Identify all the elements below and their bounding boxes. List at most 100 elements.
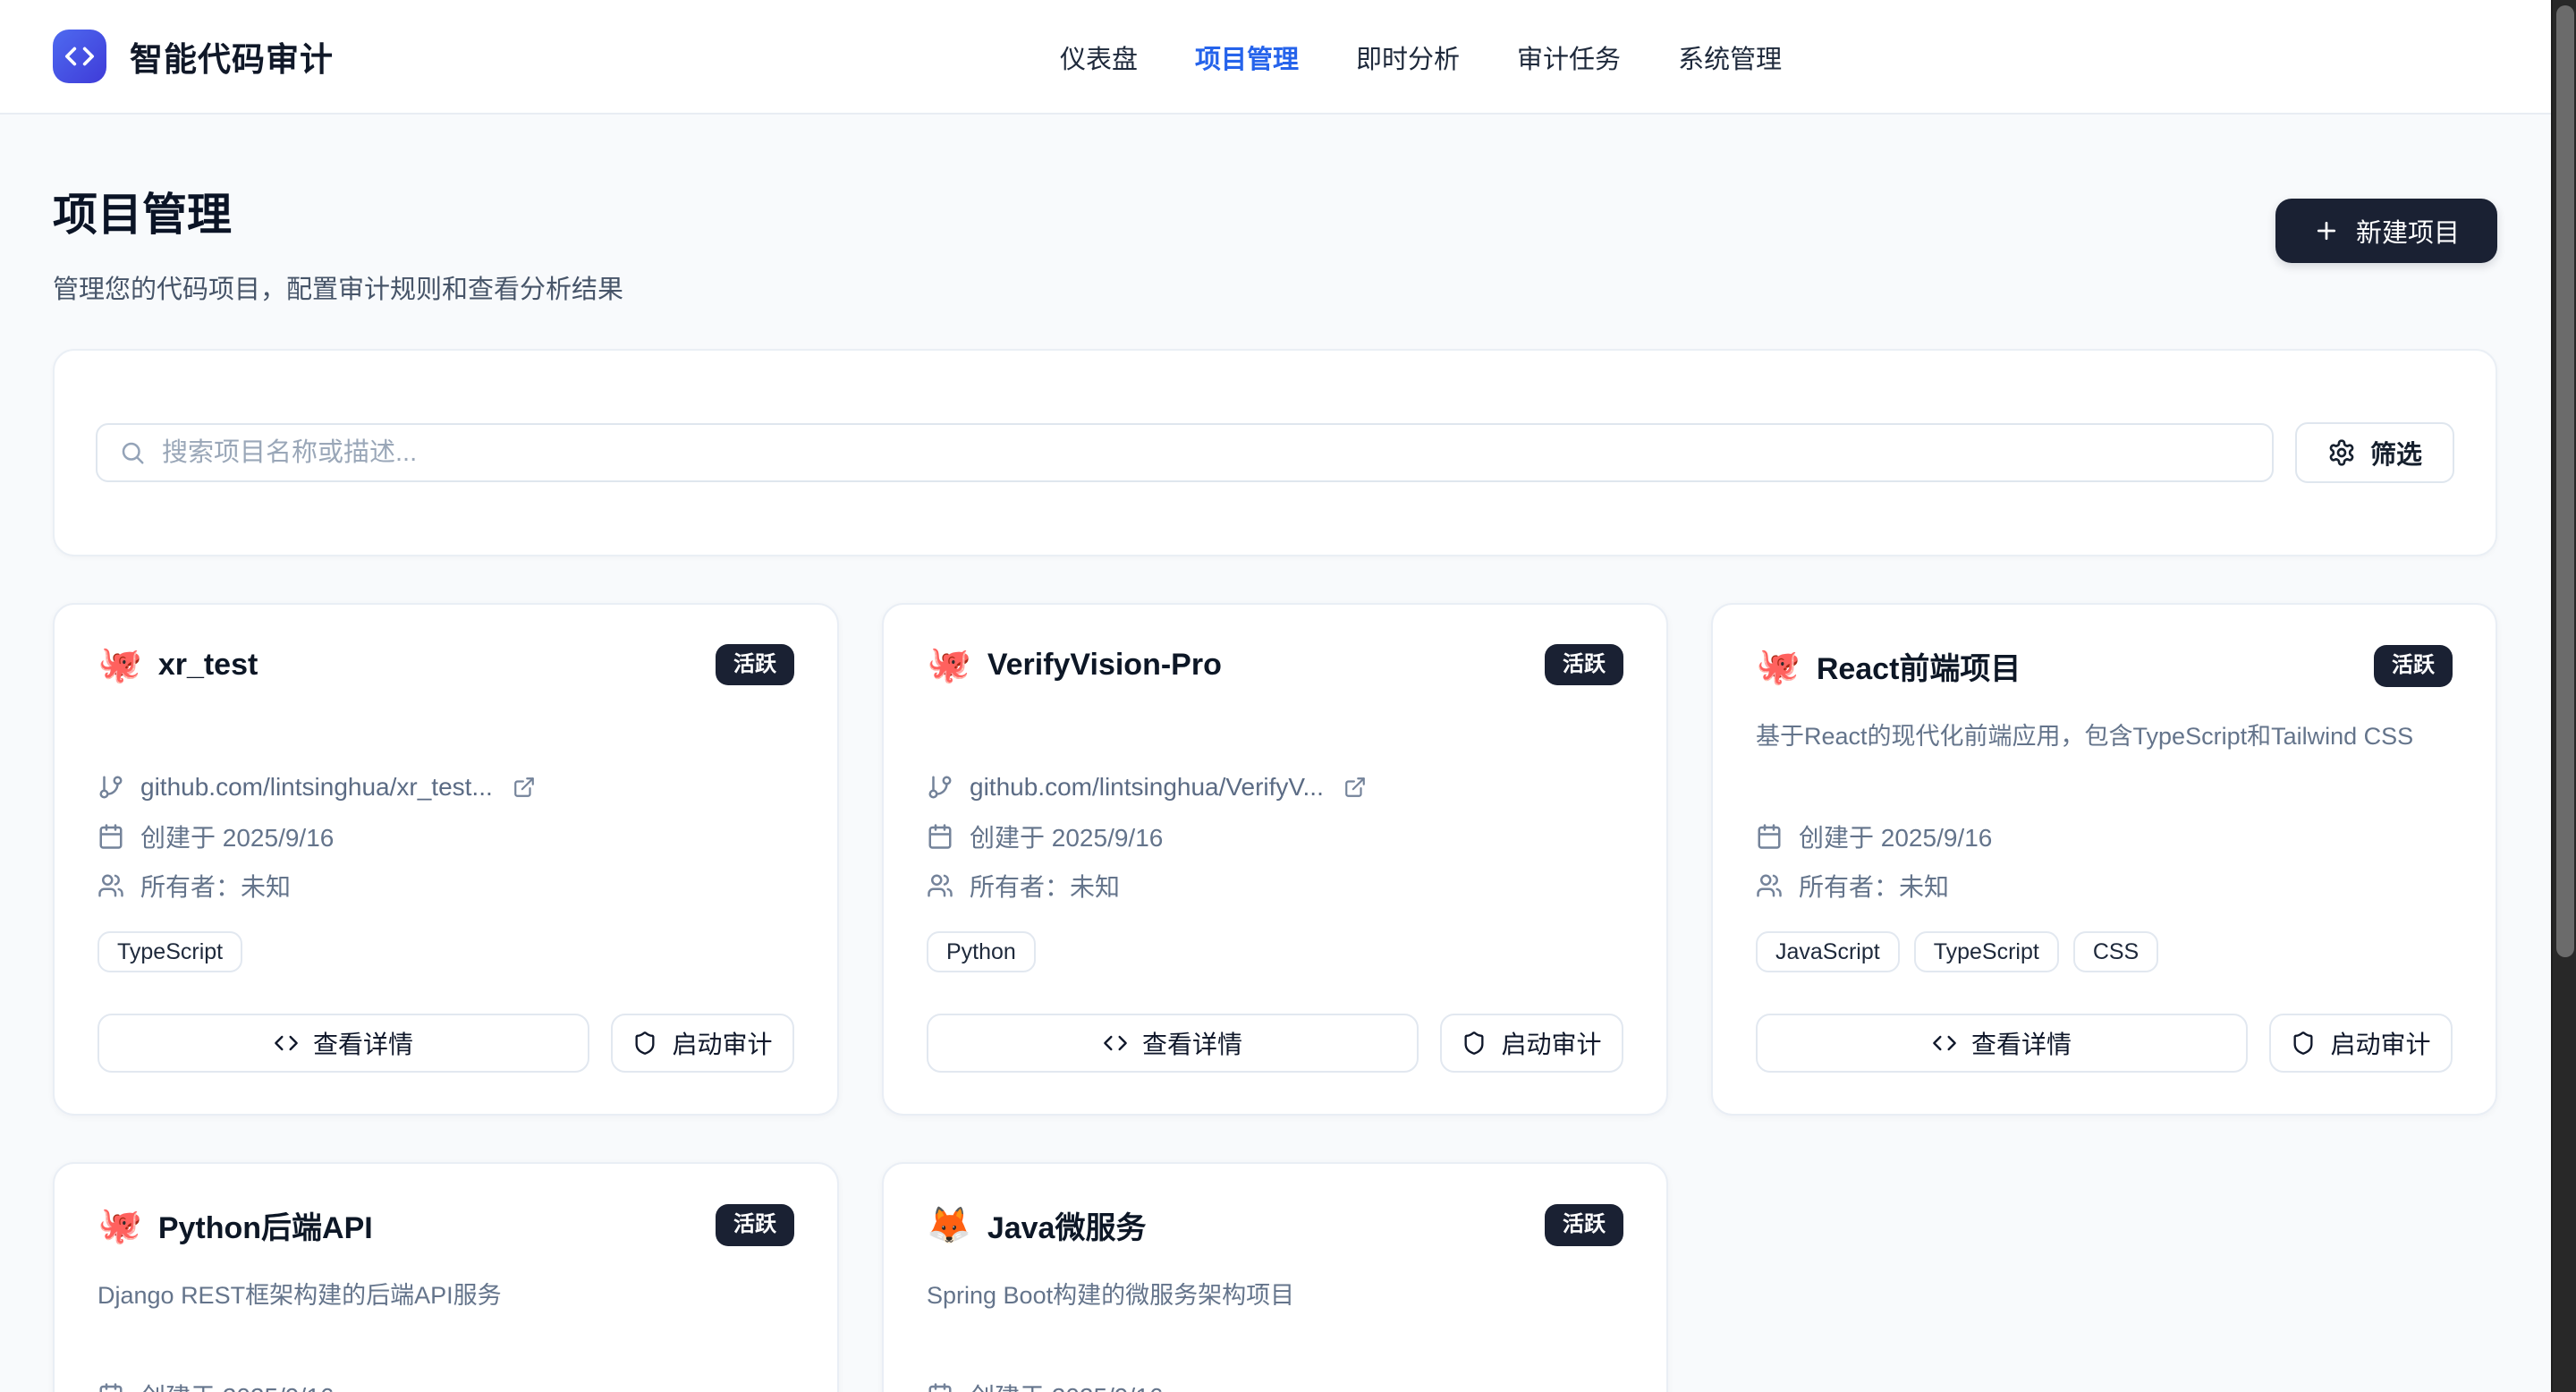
project-meta: 创建于 2025/9/16 所有者：未知 (97, 1371, 794, 1392)
created-row: 创建于 2025/9/16 (927, 811, 1623, 861)
audit-button-label: 启动审计 (2330, 1025, 2430, 1061)
project-card: 🐙 xr_test 活跃 github.com/lintsinghua/xr_t… (53, 603, 839, 1116)
language-tag: CSS (2073, 931, 2158, 972)
audit-button-label: 启动审计 (672, 1025, 772, 1061)
view-details-button[interactable]: 查看详情 (97, 1014, 589, 1073)
nav-item-dashboard[interactable]: 仪表盘 (1060, 38, 1138, 76)
created-row: 创建于 2025/9/16 (97, 811, 794, 861)
gear-icon (2327, 438, 2356, 467)
plus-icon (2313, 217, 2340, 244)
created-text: 创建于 2025/9/16 (970, 1378, 1163, 1392)
view-details-button[interactable]: 查看详情 (1756, 1014, 2248, 1073)
project-card-header: 🐙 Python后端API 活跃 (97, 1203, 794, 1247)
start-audit-button[interactable]: 启动审计 (611, 1014, 794, 1073)
code-icon (1932, 1031, 1957, 1056)
project-card: 🐙 Python后端API 活跃 Django REST框架构建的后端API服务… (53, 1162, 839, 1392)
shield-icon (1462, 1031, 1487, 1056)
project-card-header: 🐙 React前端项目 活跃 (1756, 644, 2453, 688)
project-name: Java微服务 (987, 1203, 1147, 1247)
project-title-wrap: 🐙 xr_test (97, 647, 258, 683)
external-link-icon (513, 776, 536, 799)
created-text: 创建于 2025/9/16 (140, 819, 334, 854)
project-card: 🐙 VerifyVision-Pro 活跃 github.com/lintsin… (882, 603, 1668, 1116)
calendar-icon (97, 823, 124, 850)
owner-row: 所有者：未知 (97, 861, 794, 910)
app-title: 智能代码审计 (130, 32, 334, 81)
project-grid: 🐙 xr_test 活跃 github.com/lintsinghua/xr_t… (53, 603, 2497, 1392)
card-actions: 查看详情 启动审计 (927, 1014, 1623, 1073)
tag-list: TypeScript (97, 931, 794, 972)
filter-button[interactable]: 筛选 (2295, 422, 2454, 483)
page-subtitle: 管理您的代码项目，配置审计规则和查看分析结果 (53, 268, 623, 306)
language-tag: JavaScript (1756, 931, 1900, 972)
card-actions: 查看详情 启动审计 (1756, 1014, 2453, 1073)
code-icon (64, 41, 95, 72)
calendar-icon (927, 1382, 953, 1392)
page-title: 项目管理 (53, 179, 623, 243)
status-badge: 活跃 (2374, 645, 2453, 686)
project-description (97, 716, 794, 762)
calendar-icon (927, 823, 953, 850)
created-row: 创建于 2025/9/16 (1756, 811, 2453, 861)
tag-list: Python (927, 931, 1623, 972)
filter-button-label: 筛选 (2370, 434, 2422, 471)
git-branch-icon (97, 774, 124, 801)
created-text: 创建于 2025/9/16 (970, 819, 1163, 854)
tag-list: JavaScript TypeScript CSS (1756, 931, 2453, 972)
project-card-header: 🦊 Java微服务 活跃 (927, 1203, 1623, 1247)
project-name: Python后端API (158, 1203, 373, 1247)
repo-row[interactable]: github.com/lintsinghua/xr_test... (97, 762, 794, 811)
status-badge: 活跃 (716, 1204, 794, 1245)
main-nav: 仪表盘 项目管理 即时分析 审计任务 系统管理 (1060, 0, 1782, 115)
project-meta: 创建于 2025/9/16 所有者：未知 (927, 1371, 1623, 1392)
project-name: xr_test (158, 648, 258, 683)
details-button-label: 查看详情 (1142, 1025, 1242, 1061)
language-tag: Python (927, 931, 1036, 972)
project-title-wrap: 🐙 VerifyVision-Pro (927, 647, 1222, 683)
status-badge: 活跃 (1545, 1204, 1623, 1245)
project-title-wrap: 🐙 Python后端API (97, 1203, 373, 1247)
start-audit-button[interactable]: 启动审计 (1440, 1014, 1623, 1073)
details-button-label: 查看详情 (1971, 1025, 2072, 1061)
code-icon (274, 1031, 299, 1056)
project-card-header: 🐙 xr_test 活跃 (97, 644, 794, 685)
calendar-icon (97, 1382, 124, 1392)
project-name: VerifyVision-Pro (987, 648, 1222, 683)
brand: 智能代码审计 (53, 30, 334, 83)
audit-button-label: 启动审计 (1501, 1025, 1601, 1061)
shield-icon (632, 1031, 657, 1056)
project-description: 基于React的现代化前端应用，包含TypeScript和Tailwind CS… (1756, 718, 2453, 811)
repo-link-text: github.com/lintsinghua/VerifyV... (970, 773, 1324, 802)
project-meta: 创建于 2025/9/16 所有者：未知 (1756, 811, 2453, 910)
owner-text: 所有者：未知 (1799, 868, 1949, 904)
owner-row: 所有者：未知 (1756, 861, 2453, 910)
users-icon (97, 872, 124, 899)
page-header: 项目管理 管理您的代码项目，配置审计规则和查看分析结果 新建项目 (53, 179, 2497, 306)
project-description: Spring Boot构建的微服务架构项目 (927, 1277, 1623, 1371)
nav-item-audit-tasks[interactable]: 审计任务 (1517, 38, 1621, 76)
project-meta: github.com/lintsinghua/VerifyV... 创建于 20… (927, 762, 1623, 910)
created-text: 创建于 2025/9/16 (1799, 819, 1992, 854)
status-badge: 活跃 (1545, 644, 1623, 685)
search-box (96, 423, 2274, 482)
search-input[interactable] (162, 438, 2250, 468)
language-tag: TypeScript (1914, 931, 2059, 972)
users-icon (1756, 872, 1783, 899)
repo-link-text: github.com/lintsinghua/xr_test... (140, 773, 493, 802)
project-description (927, 716, 1623, 762)
scrollbar-thumb[interactable] (2556, 5, 2574, 957)
language-tag: TypeScript (97, 931, 242, 972)
new-project-button[interactable]: 新建项目 (2275, 199, 2497, 263)
scrollbar[interactable] (2551, 0, 2576, 1392)
project-emoji: 🦊 (927, 1208, 971, 1243)
start-audit-button[interactable]: 启动审计 (2269, 1014, 2453, 1073)
project-emoji: 🐙 (97, 647, 142, 683)
nav-item-system[interactable]: 系统管理 (1678, 38, 1782, 76)
repo-row[interactable]: github.com/lintsinghua/VerifyV... (927, 762, 1623, 811)
project-name: React前端项目 (1817, 644, 2021, 688)
nav-item-live-analysis[interactable]: 即时分析 (1356, 38, 1460, 76)
nav-item-projects[interactable]: 项目管理 (1195, 38, 1299, 76)
project-emoji: 🐙 (97, 1208, 142, 1243)
view-details-button[interactable]: 查看详情 (927, 1014, 1419, 1073)
project-card: 🦊 Java微服务 活跃 Spring Boot构建的微服务架构项目 创建于 2… (882, 1162, 1668, 1392)
